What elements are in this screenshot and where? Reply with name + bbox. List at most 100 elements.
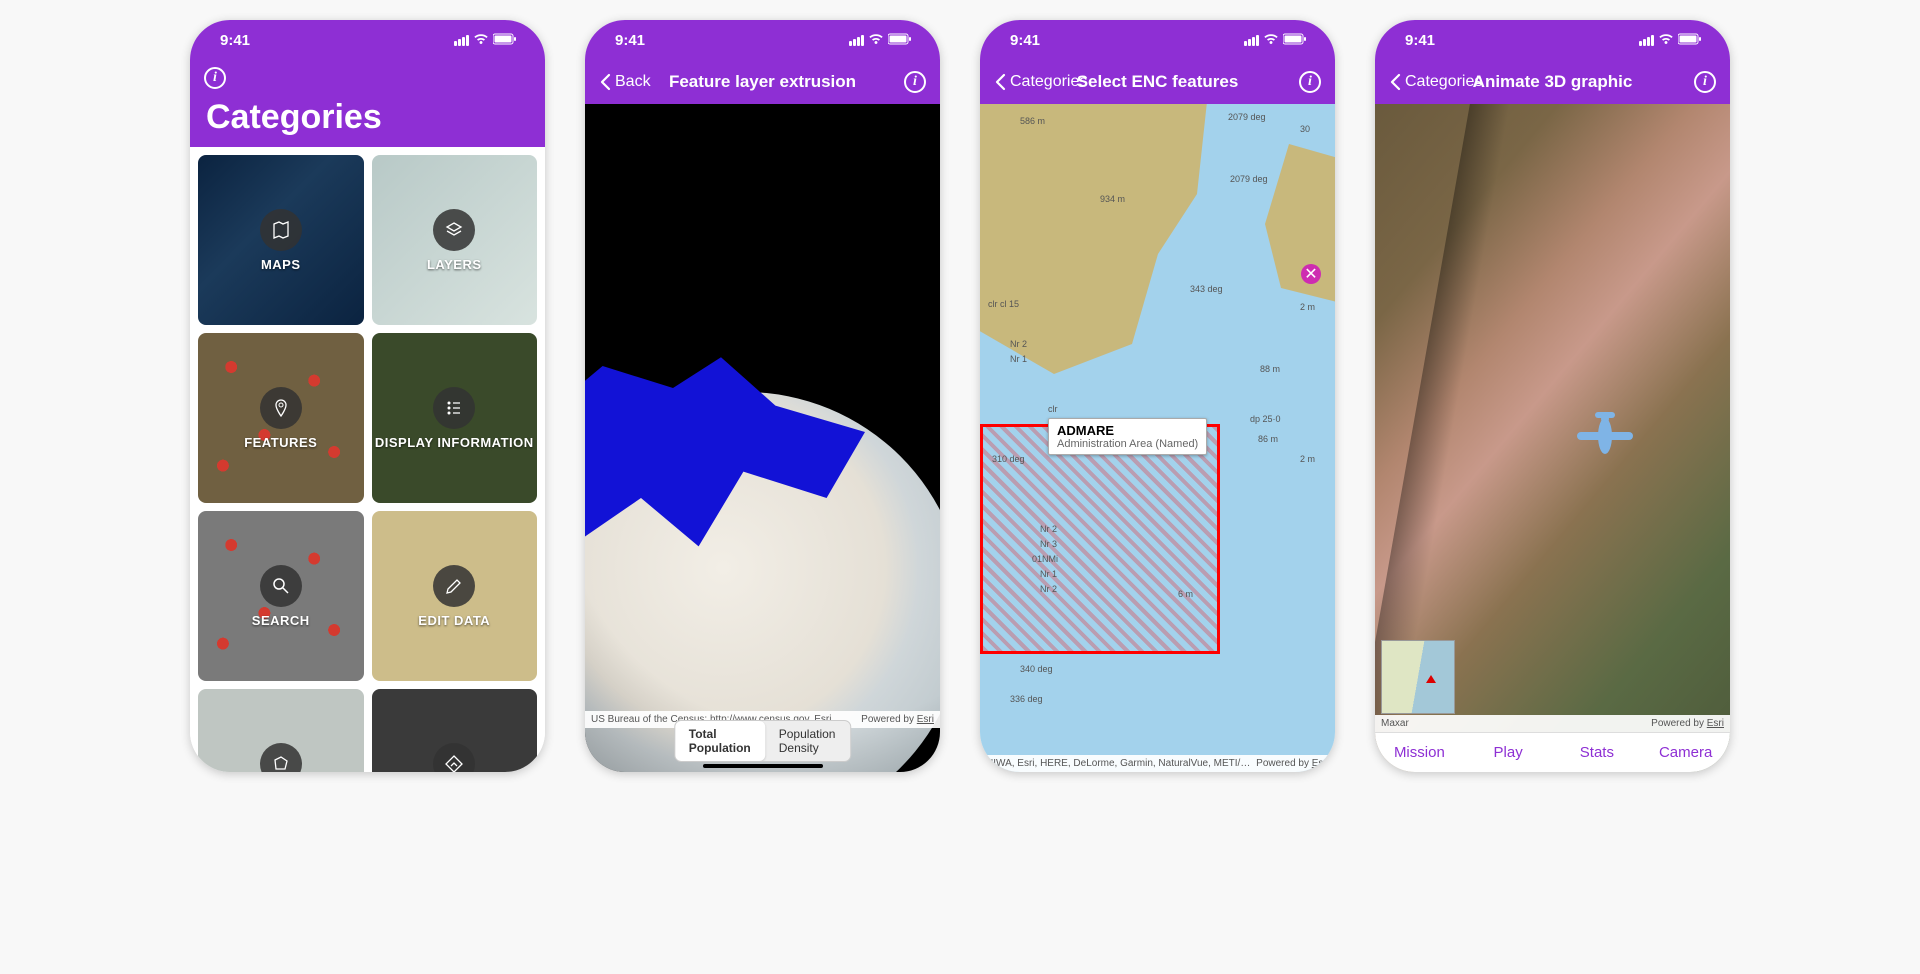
status-time: 9:41 bbox=[1010, 32, 1040, 49]
map-label: 2 m bbox=[1300, 302, 1315, 312]
nav-bar: Back Feature layer extrusion i bbox=[585, 60, 940, 104]
tab-mission[interactable]: Mission bbox=[1375, 733, 1464, 772]
nav-title: Select ENC features bbox=[1077, 72, 1239, 92]
page-title: Categories bbox=[190, 96, 545, 147]
tile-label: MAPS bbox=[261, 257, 301, 272]
battery-icon bbox=[493, 32, 517, 49]
nav-bar: Categories Select ENC features i bbox=[980, 60, 1335, 104]
pin-icon bbox=[260, 387, 302, 429]
map-label: 86 m bbox=[1258, 434, 1278, 444]
powered-by: Powered by Esri bbox=[1651, 718, 1724, 729]
callout-title: ADMARE bbox=[1057, 423, 1198, 438]
signal-icon bbox=[1639, 35, 1654, 46]
layers-icon bbox=[433, 209, 475, 251]
category-tile-edit-data[interactable]: EDIT DATA bbox=[372, 511, 538, 681]
phone-enc: 9:41 Categories Select ENC features i ✕ … bbox=[980, 20, 1335, 772]
map-label: 343 deg bbox=[1190, 284, 1223, 294]
status-icons bbox=[1639, 32, 1702, 49]
category-tile-search[interactable]: SEARCH bbox=[198, 511, 364, 681]
powered-by: Powered by Esri bbox=[1256, 758, 1329, 769]
attribution-text: NIWA, Esri, HERE, DeLorme, Garmin, Natur… bbox=[986, 758, 1250, 769]
segment-population-density[interactable]: Population Density bbox=[765, 721, 851, 761]
tab-camera[interactable]: Camera bbox=[1641, 733, 1730, 772]
wifi-icon bbox=[868, 32, 884, 49]
attribution-text: Maxar bbox=[1381, 718, 1409, 729]
status-bar: 9:41 bbox=[585, 20, 940, 60]
back-label: Back bbox=[615, 73, 651, 91]
category-tile-route[interactable]: ROUTE & DIRECTIONS bbox=[372, 689, 538, 772]
tile-label: DISPLAY INFORMATION bbox=[375, 435, 534, 450]
category-tile-geometry[interactable]: GEOMETRY bbox=[198, 689, 364, 772]
status-icons bbox=[1244, 32, 1307, 49]
map-icon bbox=[260, 209, 302, 251]
wifi-icon bbox=[1263, 32, 1279, 49]
category-tile-features[interactable]: FEATURES bbox=[198, 333, 364, 503]
map-label: 2079 deg bbox=[1230, 174, 1268, 184]
map-label: clr cl 15 bbox=[988, 299, 1019, 309]
status-time: 9:41 bbox=[1405, 32, 1435, 49]
tab-stats[interactable]: Stats bbox=[1553, 733, 1642, 772]
category-tile-maps[interactable]: MAPS bbox=[198, 155, 364, 325]
info-icon[interactable]: i bbox=[1694, 71, 1716, 93]
map-label: 01NMi bbox=[1032, 554, 1058, 564]
minimap[interactable] bbox=[1381, 640, 1455, 714]
map-label: 2 m bbox=[1300, 454, 1315, 464]
map-label: 336 deg bbox=[1010, 694, 1043, 704]
tab-play[interactable]: Play bbox=[1464, 733, 1553, 772]
status-icons bbox=[849, 32, 912, 49]
scene-view[interactable]: US Bureau of the Census: http://www.cens… bbox=[585, 104, 940, 772]
map-label: 310 deg bbox=[992, 454, 1025, 464]
back-button[interactable]: Categories bbox=[1389, 73, 1482, 91]
wifi-icon bbox=[1658, 32, 1674, 49]
status-bar: 9:41 bbox=[1375, 20, 1730, 60]
status-time: 9:41 bbox=[220, 32, 250, 49]
attribution-bar: NIWA, Esri, HERE, DeLorme, Garmin, Natur… bbox=[980, 755, 1335, 772]
home-indicator bbox=[703, 764, 823, 768]
category-tile-layers[interactable]: LAYERS bbox=[372, 155, 538, 325]
tab-bar: Mission Play Stats Camera bbox=[1375, 732, 1730, 772]
segment-total-population[interactable]: Total Population bbox=[675, 721, 765, 761]
tile-label: FEATURES bbox=[244, 435, 317, 450]
scene-view[interactable]: Maxar Powered by Esri Mission Play Stats… bbox=[1375, 104, 1730, 772]
info-icon[interactable]: i bbox=[904, 71, 926, 93]
polygon-icon bbox=[260, 743, 302, 773]
tile-label: EDIT DATA bbox=[418, 613, 490, 628]
info-icon[interactable]: i bbox=[204, 67, 226, 89]
enc-landmass bbox=[980, 104, 1210, 374]
map-label: Nr 1 bbox=[1040, 569, 1057, 579]
back-button[interactable]: Back bbox=[599, 73, 651, 91]
map-label: Nr 1 bbox=[1010, 354, 1027, 364]
segmented-control[interactable]: Total Population Population Density bbox=[674, 720, 852, 762]
feature-callout[interactable]: ADMARE Administration Area (Named) bbox=[1048, 418, 1207, 455]
info-icon[interactable]: i bbox=[1299, 71, 1321, 93]
battery-icon bbox=[1283, 32, 1307, 49]
back-button[interactable]: Categories bbox=[994, 73, 1087, 91]
attribution-bar: Maxar Powered by Esri bbox=[1375, 715, 1730, 732]
callout-subtitle: Administration Area (Named) bbox=[1057, 438, 1198, 450]
tile-label: SEARCH bbox=[252, 613, 310, 628]
map-label: Nr 2 bbox=[1040, 584, 1057, 594]
category-tile-display-info[interactable]: DISPLAY INFORMATION bbox=[372, 333, 538, 503]
signal-icon bbox=[454, 35, 469, 46]
nav-title: Feature layer extrusion bbox=[669, 72, 856, 92]
close-marker-icon[interactable]: ✕ bbox=[1301, 264, 1321, 284]
map-label: 88 m bbox=[1260, 364, 1280, 374]
tile-label: LAYERS bbox=[427, 257, 482, 272]
battery-icon bbox=[1678, 32, 1702, 49]
map-label: clr bbox=[1048, 404, 1058, 414]
enc-landmass bbox=[1265, 144, 1335, 304]
map-label: dp 25·0 bbox=[1250, 414, 1281, 424]
back-label: Categories bbox=[1405, 73, 1482, 91]
chevron-left-icon bbox=[599, 73, 611, 91]
nav-bar: Categories Animate 3D graphic i bbox=[1375, 60, 1730, 104]
map-label: 586 m bbox=[1020, 116, 1045, 126]
status-icons bbox=[454, 32, 517, 49]
map-view[interactable]: ✕ ADMARE Administration Area (Named) 586… bbox=[980, 104, 1335, 772]
map-label: 6 m bbox=[1178, 589, 1193, 599]
chevron-left-icon bbox=[994, 73, 1006, 91]
status-bar: 9:41 bbox=[190, 20, 545, 60]
search-icon bbox=[260, 565, 302, 607]
category-grid: MAPS LAYERS FEATURES DISPLAY INFORMATION… bbox=[190, 147, 545, 772]
map-label: Nr 2 bbox=[1040, 524, 1057, 534]
status-time: 9:41 bbox=[615, 32, 645, 49]
